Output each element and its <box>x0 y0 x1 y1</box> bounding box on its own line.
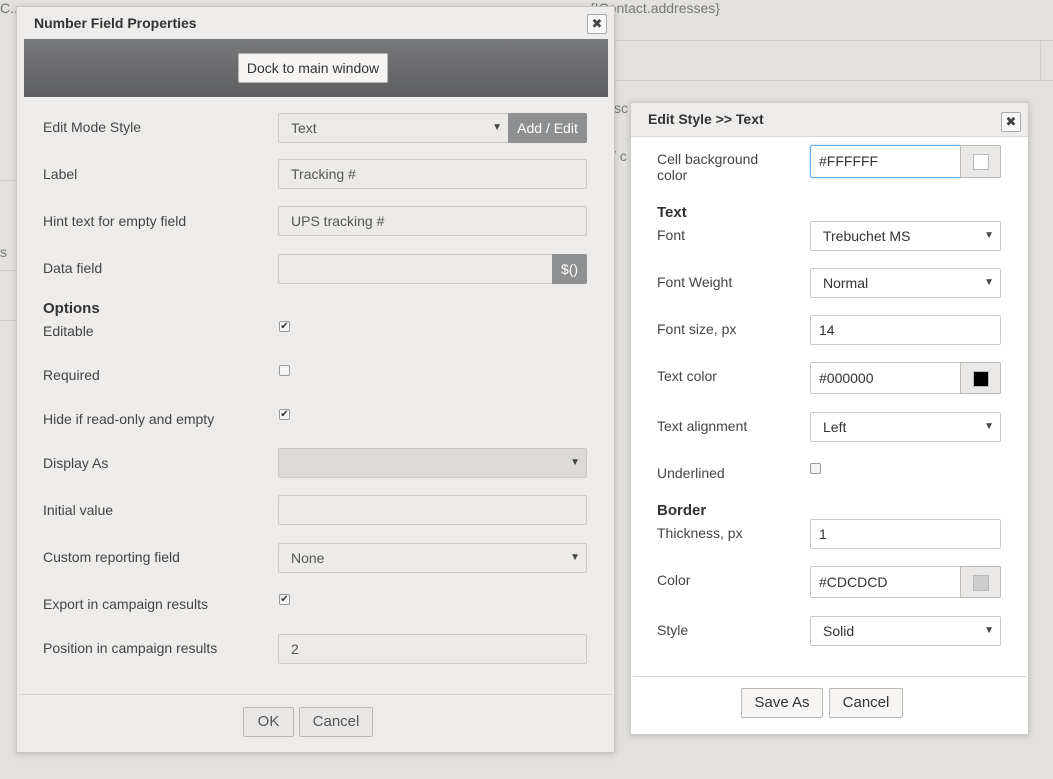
chevron-down-icon: ▼ <box>570 552 580 563</box>
font-weight-label: Font Weight <box>657 274 733 290</box>
custom-reporting-select[interactable]: None ▼ <box>278 543 587 573</box>
hide-if-empty-label: Hide if read-only and empty <box>43 411 215 427</box>
bg-divider <box>614 80 1053 81</box>
text-alignment-select[interactable]: Left ▼ <box>810 412 1001 442</box>
footer-divider <box>633 676 1026 677</box>
editable-label: Editable <box>43 323 94 339</box>
bg-divider <box>0 320 16 321</box>
hint-text-input[interactable]: UPS tracking # <box>278 206 587 236</box>
data-field-picker-button[interactable]: $() <box>552 254 587 284</box>
font-select[interactable]: Trebuchet MS ▼ <box>810 221 1001 251</box>
dialog-title: Number Field Properties <box>34 15 197 31</box>
bg-divider <box>0 270 16 271</box>
dock-bar: Dock to main window <box>24 39 608 97</box>
chevron-down-icon: ▼ <box>570 457 580 468</box>
text-color-picker[interactable] <box>960 362 1001 394</box>
text-color-input[interactable]: #000000 <box>810 362 961 394</box>
bg-fragment: sc <box>614 100 628 116</box>
bg-divider <box>1040 40 1041 80</box>
dock-to-main-window-button[interactable]: Dock to main window <box>238 53 388 83</box>
border-color-label: Color <box>657 572 691 588</box>
font-label: Font <box>657 227 686 243</box>
editable-checkbox[interactable]: ✔ <box>279 321 290 332</box>
display-as-select[interactable]: ▼ <box>278 448 587 478</box>
initial-value-label: Initial value <box>43 502 114 518</box>
label-label: Label <box>43 166 78 182</box>
position-label: Position in campaign results <box>43 640 218 656</box>
border-style-label: Style <box>657 622 689 638</box>
color-swatch-icon <box>973 154 989 170</box>
bg-fragment: s <box>0 244 7 260</box>
chevron-down-icon: ▼ <box>984 421 994 432</box>
cancel-button[interactable]: Cancel <box>299 707 373 737</box>
close-icon[interactable]: ✖ <box>1001 112 1021 132</box>
hint-text-label: Hint text for empty field <box>43 213 187 229</box>
color-swatch-icon <box>973 575 989 591</box>
save-as-button[interactable]: Save As <box>741 688 823 718</box>
chevron-down-icon: ▼ <box>984 277 994 288</box>
chevron-down-icon: ▼ <box>984 230 994 241</box>
underlined-checkbox[interactable] <box>810 463 821 474</box>
position-input[interactable]: 2 <box>278 634 587 664</box>
bg-divider <box>614 40 1053 41</box>
text-alignment-value: Left <box>823 419 847 435</box>
dialog-title: Edit Style >> Text <box>648 111 764 127</box>
cell-bg-label: Cell background color <box>657 151 759 183</box>
edit-mode-style-value: Text <box>291 120 317 136</box>
ok-button[interactable]: OK <box>243 707 294 737</box>
initial-value-input[interactable] <box>278 495 587 525</box>
dialog-titlebar[interactable]: Edit Style >> Text ✖ <box>631 103 1028 137</box>
required-label: Required <box>43 367 100 383</box>
chevron-down-icon: ▼ <box>984 625 994 636</box>
footer-divider <box>20 694 612 695</box>
color-swatch-icon <box>973 371 989 387</box>
dialog-titlebar[interactable]: Number Field Properties ✖ <box>17 7 614 39</box>
required-checkbox[interactable] <box>279 365 290 376</box>
data-field-label: Data field <box>43 260 103 276</box>
thickness-input[interactable]: 1 <box>810 519 1001 549</box>
options-heading: Options <box>43 300 100 317</box>
hide-if-empty-checkbox[interactable]: ✔ <box>279 409 290 420</box>
close-icon[interactable]: ✖ <box>587 14 607 34</box>
border-color-picker[interactable] <box>960 566 1001 598</box>
thickness-label: Thickness, px <box>657 525 743 541</box>
edit-mode-style-label: Edit Mode Style <box>43 119 142 135</box>
label-input[interactable]: Tracking # <box>278 159 587 189</box>
border-style-value: Solid <box>823 623 855 639</box>
cell-bg-color-picker[interactable] <box>960 145 1001 178</box>
underlined-label: Underlined <box>657 465 725 481</box>
text-color-label: Text color <box>657 368 717 384</box>
font-weight-select[interactable]: Normal ▼ <box>810 268 1001 298</box>
font-size-input[interactable]: 14 <box>810 315 1001 345</box>
text-alignment-label: Text alignment <box>657 418 748 434</box>
border-style-select[interactable]: Solid ▼ <box>810 616 1001 646</box>
cancel-button[interactable]: Cancel <box>829 688 903 718</box>
add-edit-button[interactable]: Add / Edit <box>508 113 587 143</box>
chevron-down-icon: ▼ <box>492 122 502 133</box>
font-size-label: Font size, px <box>657 321 737 337</box>
display-as-label: Display As <box>43 455 109 471</box>
text-heading: Text <box>657 204 687 221</box>
export-label: Export in campaign results <box>43 596 208 612</box>
font-weight-value: Normal <box>823 275 869 291</box>
border-color-input[interactable]: #CDCDCD <box>810 566 961 598</box>
custom-reporting-value: None <box>291 550 325 566</box>
data-field-input[interactable] <box>278 254 553 284</box>
custom-reporting-label: Custom reporting field <box>43 549 180 565</box>
border-heading: Border <box>657 502 707 519</box>
number-field-properties-dialog: Number Field Properties ✖ Dock to main w… <box>16 6 615 753</box>
edit-style-dialog: Edit Style >> Text ✖ Cell background col… <box>630 102 1029 735</box>
bg-divider <box>0 180 16 181</box>
cell-bg-input[interactable]: #FFFFFF <box>810 145 961 178</box>
edit-mode-style-select[interactable]: Text ▼ <box>278 113 509 143</box>
font-value: Trebuchet MS <box>823 228 911 244</box>
export-checkbox[interactable]: ✔ <box>279 594 290 605</box>
